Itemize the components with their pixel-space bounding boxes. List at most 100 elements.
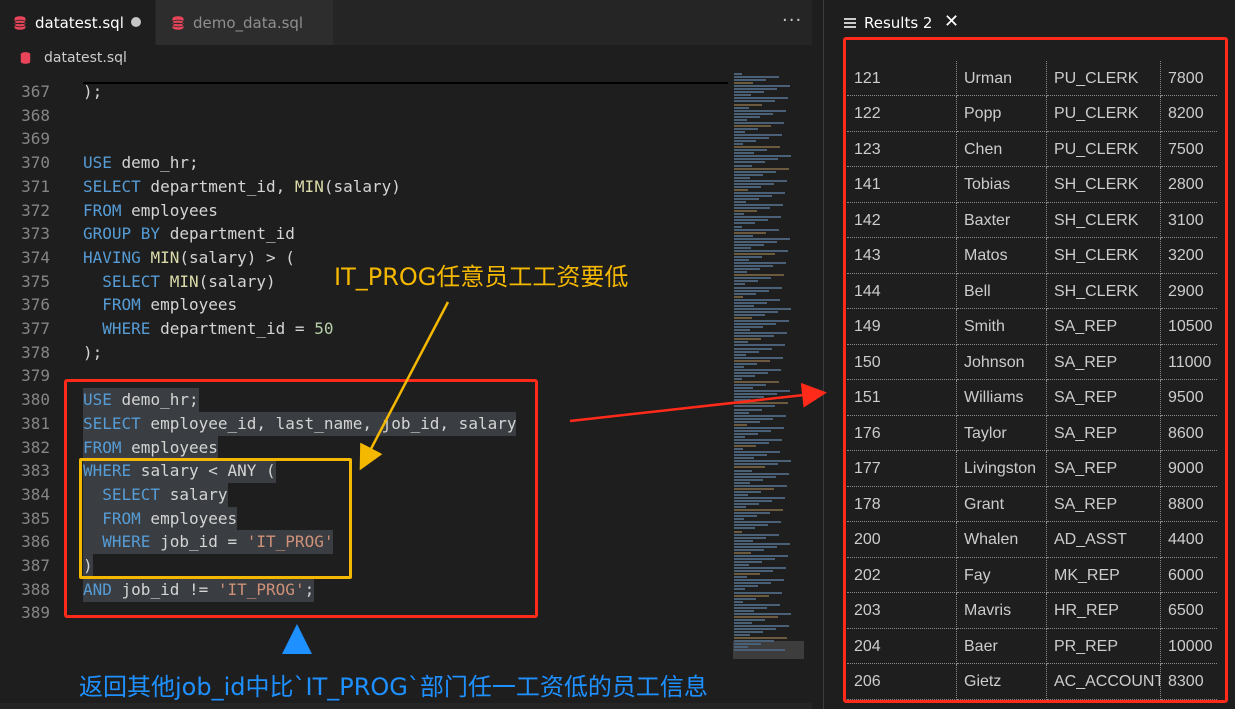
minimap-line — [734, 88, 777, 91]
code-text[interactable]: USE demo_hr; — [83, 151, 199, 175]
minimap-line — [734, 493, 748, 496]
tab-datatest-sql[interactable]: datatest.sql — [0, 0, 155, 45]
minimap-line — [734, 634, 750, 637]
close-icon[interactable]: ✕ — [944, 11, 959, 32]
code-line[interactable]: 373 GROUP BY department_id — [0, 222, 728, 246]
code-line[interactable]: 368 — [0, 104, 728, 128]
minimap-line — [734, 582, 771, 585]
minimap-line — [734, 579, 784, 582]
minimap-line — [734, 423, 747, 426]
line-number: 368 — [21, 105, 50, 125]
unsaved-dot-icon[interactable] — [131, 17, 141, 27]
minimap-line — [734, 152, 754, 155]
code-text[interactable]: SELECT MIN(salary) — [83, 270, 276, 294]
line-number: 373 — [21, 224, 50, 244]
minimap-line — [734, 606, 767, 609]
minimap-line — [734, 472, 789, 475]
code-line[interactable]: 376 FROM employees — [0, 293, 728, 317]
code-text[interactable]: ); — [83, 341, 102, 365]
list-icon — [844, 16, 856, 30]
line-number: 383 — [21, 461, 50, 481]
minimap-line — [734, 173, 763, 176]
horizontal-scrollbar[interactable] — [0, 703, 812, 709]
minimap-line — [734, 320, 789, 323]
minimap-line — [734, 484, 787, 487]
minimap-line — [734, 167, 789, 170]
minimap-line — [734, 323, 776, 326]
line-number: 369 — [21, 129, 50, 149]
code-token: HAVING — [83, 247, 141, 267]
code-text[interactable]: GROUP BY department_id — [83, 222, 295, 246]
line-number: 374 — [21, 247, 50, 267]
minimap-line — [734, 429, 771, 432]
minimap-line — [734, 219, 768, 222]
minimap-line — [734, 292, 756, 295]
minimap-line — [734, 557, 775, 560]
minimap-line — [734, 97, 788, 100]
code-text[interactable]: FROM employees — [83, 293, 237, 317]
minimap-line — [734, 570, 773, 573]
minimap-line — [734, 262, 786, 265]
minimap-line — [734, 637, 787, 640]
code-text[interactable]: HAVING MIN(salary) > ( — [83, 246, 295, 270]
editor-tab-bar: datatest.sql demo_data.sql ··· — [0, 0, 812, 45]
code-line[interactable]: 369 — [0, 127, 728, 151]
code-line[interactable]: 378); — [0, 341, 728, 365]
minimap-line — [734, 649, 785, 652]
minimap-line — [734, 326, 763, 329]
results-tab-label: Results 2 — [864, 13, 933, 32]
minimap-line — [734, 191, 785, 194]
code-text[interactable]: FROM employees — [83, 199, 218, 223]
code-line[interactable]: 371 SELECT department_id, MIN(salary) — [0, 175, 728, 199]
minimap-line — [734, 527, 755, 530]
minimap-line — [734, 454, 767, 457]
yellow-annotation: IT_PROG任意员工工资要低 — [334, 263, 629, 291]
minimap-line — [734, 384, 766, 387]
minimap-line — [734, 640, 774, 643]
code-token: ); — [83, 342, 103, 362]
minimap-line — [734, 286, 782, 289]
minimap-line — [734, 341, 748, 344]
minimap-line — [734, 487, 774, 490]
minimap-line — [734, 362, 757, 365]
more-actions-icon[interactable]: ··· — [782, 10, 802, 31]
minimap-line — [734, 625, 789, 628]
breadcrumb-file[interactable]: datatest.sql — [44, 50, 127, 66]
line-number: 379 — [21, 366, 50, 386]
tab-demo-data-sql[interactable]: demo_data.sql — [155, 0, 333, 45]
minimap-line — [734, 615, 778, 618]
code-text[interactable]: ); — [83, 80, 102, 104]
minimap-line — [734, 106, 749, 109]
minimap-line — [734, 234, 753, 237]
code-text[interactable]: WHERE department_id = 50 — [83, 317, 333, 341]
code-token: department_id = — [150, 319, 315, 338]
minimap-line — [734, 79, 766, 82]
tab-label: demo_data.sql — [193, 13, 304, 32]
code-text[interactable]: SELECT department_id, MIN(salary) — [83, 175, 401, 199]
line-number: 381 — [21, 413, 50, 433]
code-token: MIN — [150, 247, 180, 267]
code-line[interactable]: 372 FROM employees — [0, 199, 728, 223]
minimap-line — [734, 490, 761, 493]
breadcrumb[interactable]: datatest.sql — [0, 45, 812, 71]
minimap-line — [734, 259, 749, 262]
minimap-line — [734, 518, 744, 521]
minimap-line — [734, 594, 769, 597]
minimap-line — [734, 530, 742, 533]
code-line[interactable]: 370 USE demo_hr; — [0, 151, 728, 175]
minimap-line — [734, 536, 766, 539]
minimap-line — [734, 631, 763, 634]
minimap-line — [734, 521, 781, 524]
minimap-line — [734, 124, 771, 127]
minimap[interactable] — [730, 71, 804, 709]
line-number: 389 — [21, 603, 50, 623]
minimap-line — [734, 551, 751, 554]
code-line[interactable]: 377 WHERE department_id = 50 — [0, 317, 728, 341]
line-number: 385 — [21, 508, 50, 528]
code-token: (salary) — [198, 271, 276, 291]
minimap-line — [734, 567, 786, 570]
minimap-line — [734, 603, 780, 606]
line-number: 375 — [21, 271, 50, 291]
code-line[interactable]: 367); — [0, 80, 728, 104]
minimap-line — [734, 271, 747, 274]
